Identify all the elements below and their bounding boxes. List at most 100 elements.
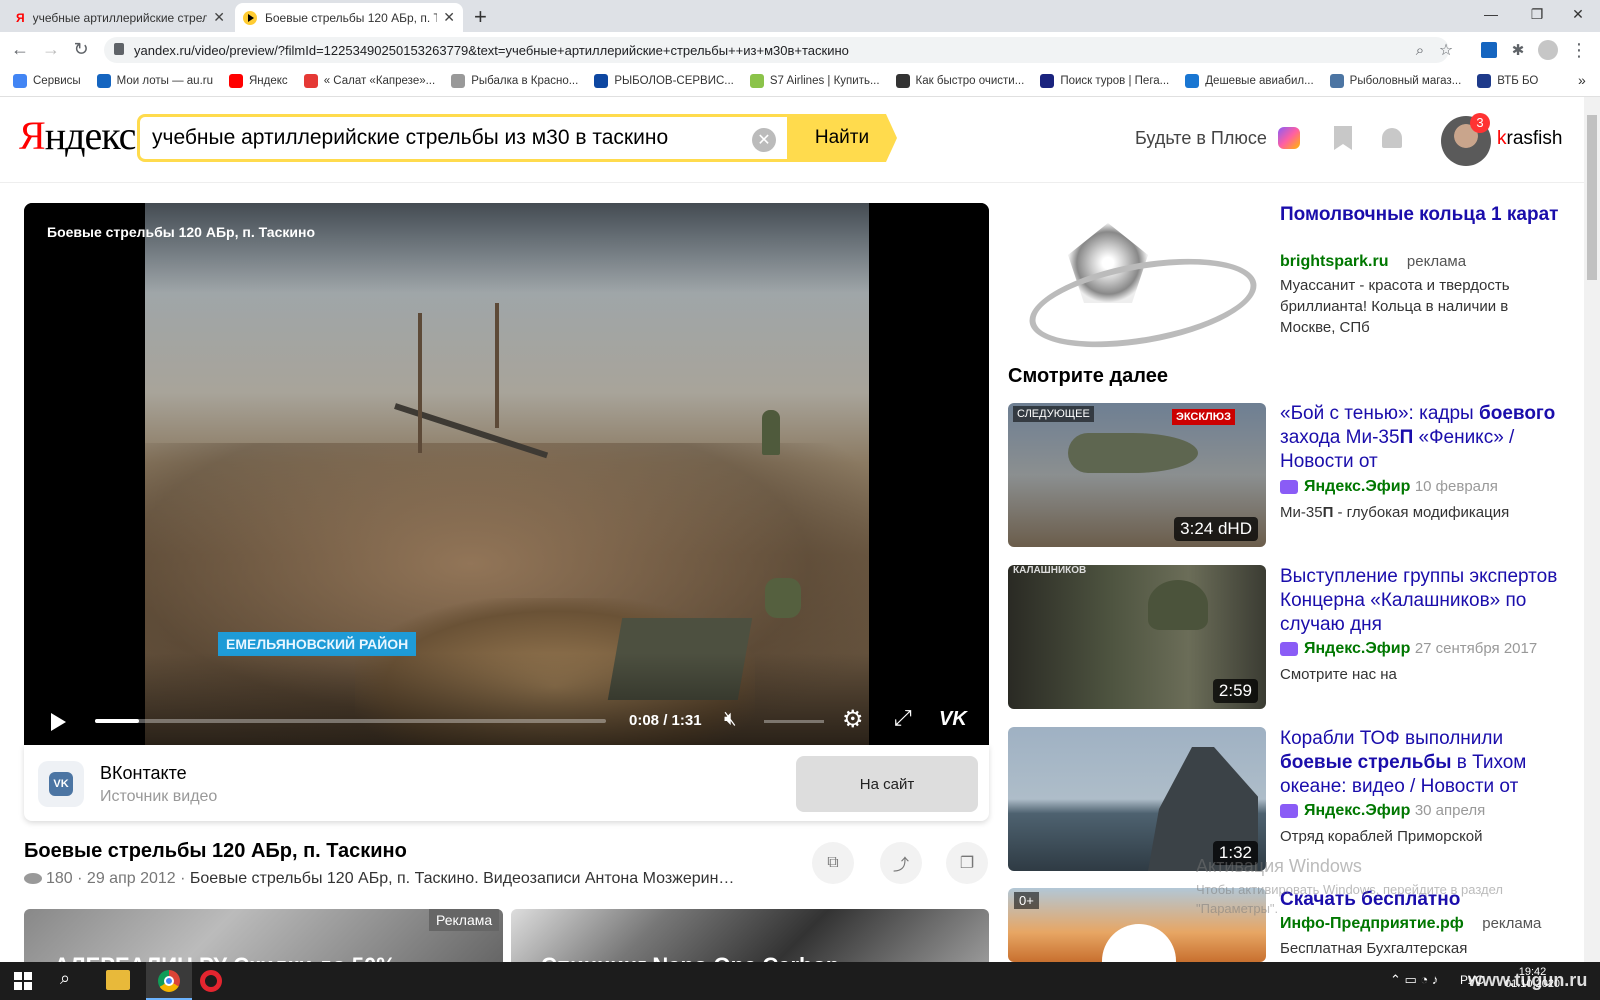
copy-icon[interactable]: ❐: [946, 842, 988, 884]
bookmark-label: Мои лоты — au.ru: [116, 75, 213, 87]
video-title[interactable]: Корабли ТОФ выполнили боевые стрельбы в …: [1280, 727, 1570, 799]
menu-icon[interactable]: ⋮: [1568, 39, 1590, 61]
bookmark-item[interactable]: Дешевые авиабил...: [1185, 74, 1314, 88]
opera-icon[interactable]: [200, 970, 222, 992]
bookmark-label: Яндекс: [249, 75, 288, 87]
bookmark-item[interactable]: Рыбалка в Красно...: [451, 74, 578, 88]
fullscreen-icon[interactable]: ⤢: [894, 705, 912, 731]
bookmark-item[interactable]: Сервисы: [13, 74, 81, 88]
star-icon[interactable]: ☆: [1435, 39, 1457, 61]
puzzle-icon[interactable]: ✱: [1507, 39, 1529, 61]
bookmark-item[interactable]: РЫБОЛОВ-СЕРВИС...: [594, 74, 734, 88]
bookmark-item[interactable]: Рыболовный магаз...: [1329, 74, 1462, 88]
ad-image[interactable]: [1008, 203, 1266, 363]
yandex-logo[interactable]: Яндекс: [19, 112, 136, 159]
address-bar[interactable]: yandex.ru/video/preview/?filmId=12253490…: [104, 37, 1449, 63]
back-icon[interactable]: ←: [9, 38, 31, 60]
ad-title[interactable]: Помолвочные кольца 1 карат: [1280, 203, 1570, 227]
title-highlight: боевого: [1478, 403, 1556, 424]
plus-icon: [1278, 127, 1300, 149]
next-badge: СЛЕДУЮЩЕЕ: [1013, 406, 1094, 422]
video-thumbnail[interactable]: 1:32: [1008, 727, 1266, 871]
clear-search-icon[interactable]: ✕: [752, 128, 776, 152]
video-player[interactable]: ЕМЕЛЬЯНОВСКИЙ РАЙОН 0:08 / 1:31 🔇︎ ⚙ ⤢ V…: [24, 203, 989, 745]
ad-card[interactable]: Реклама АЛЕРЕАЛИН.РУ Скидки до 50% ›: [24, 909, 503, 962]
bookmark-label: Сервисы: [33, 75, 81, 87]
bookmarks-bar: Сервисы Мои лоты — au.ru Яндекс « Салат «Ка…: [0, 66, 1600, 97]
minimize-button[interactable]: —: [1468, 0, 1514, 28]
bookmark-item[interactable]: Поиск туров | Пега...: [1040, 74, 1169, 88]
ad-domain[interactable]: brightspark.ru: [1280, 253, 1388, 270]
ad-card[interactable]: Спиннинг Nano One Carbon ›: [511, 909, 989, 962]
to-site-button[interactable]: На сайт: [796, 756, 978, 812]
tab-video[interactable]: Боевые стрельбы 120 АБр, п. Та ✕: [235, 3, 463, 32]
taskbar: [0, 962, 1600, 1000]
duration: 2:59: [1212, 679, 1258, 703]
profile-icon[interactable]: [1538, 40, 1558, 60]
ad-desc: Муассанит - красота и твердость бриллиан…: [1280, 277, 1510, 336]
bookmark-label: « Салат «Капрезе»...: [323, 75, 436, 87]
bookmark-item[interactable]: S7 Airlines | Купить...: [749, 74, 880, 88]
new-tab-button[interactable]: +: [474, 4, 487, 30]
tab-title: Боевые стрельбы 120 АБр, п. Та: [265, 10, 438, 25]
ring-band: [1022, 243, 1264, 363]
desc-part: Ми-35: [1280, 504, 1323, 521]
tab-search[interactable]: Я учебные артиллерийские стрел ✕: [8, 3, 233, 32]
source[interactable]: Яндекс.Эфир: [1304, 802, 1410, 819]
share-icon[interactable]: ⤴: [880, 842, 922, 884]
mute-icon[interactable]: 🔇︎: [724, 708, 737, 731]
extension-icon[interactable]: [1481, 42, 1497, 58]
bookmark-item[interactable]: Яндекс: [229, 74, 288, 88]
bookmark-item[interactable]: ВТБ БО: [1477, 74, 1538, 88]
yandex-favicon-icon: Я: [16, 10, 25, 25]
scroll-thumb[interactable]: [1587, 115, 1597, 280]
plus-promo-link[interactable]: Будьте в Плюсе: [1135, 128, 1267, 149]
username[interactable]: krasfish: [1497, 128, 1562, 150]
explorer-icon[interactable]: [106, 970, 130, 990]
video-thumbnail[interactable]: КАЛАШНИКОВ 2:59: [1008, 565, 1266, 709]
close-window-button[interactable]: ✕: [1556, 0, 1600, 28]
search-icon[interactable]: ⌕: [60, 968, 70, 989]
video-title[interactable]: «Бой с тенью»: кадры боевого захода Ми-3…: [1280, 402, 1570, 474]
duration: 3:24 dHD: [1174, 517, 1258, 541]
bookmarks-more[interactable]: »: [1578, 72, 1586, 88]
site-watermark: www.tugun.ru: [1468, 970, 1588, 990]
close-tab-icon[interactable]: ✕: [443, 9, 455, 26]
search-input[interactable]: учебные артиллерийские стрельбы из м30 в…: [137, 114, 787, 162]
close-tab-icon[interactable]: ✕: [213, 9, 225, 26]
chrome-taskbar-item[interactable]: [146, 962, 192, 1000]
video-title[interactable]: Выступление группы экспертов Концерна «К…: [1280, 565, 1570, 637]
forward-icon[interactable]: →: [40, 38, 62, 60]
source[interactable]: Яндекс.Эфир: [1304, 478, 1410, 495]
lock-icon: [114, 43, 124, 55]
chrome-icon: [158, 970, 180, 992]
volume-slider[interactable]: [764, 720, 824, 723]
page-scrollbar[interactable]: [1584, 97, 1600, 962]
source[interactable]: Яндекс.Эфир: [1304, 640, 1410, 657]
title-part: «Бой с тенью»: кадры: [1280, 403, 1479, 424]
soldier-helmet: [1148, 580, 1208, 630]
vk-logo-icon[interactable]: VK: [939, 708, 967, 731]
progress-bar[interactable]: [95, 719, 606, 723]
settings-icon[interactable]: ⚙: [842, 705, 864, 734]
bookmark-label: Рыболовный магаз...: [1349, 75, 1462, 87]
play-icon[interactable]: [51, 713, 66, 731]
title-highlight: П: [1399, 427, 1414, 448]
date: 10 февраля: [1414, 478, 1498, 495]
add-to-collection-icon[interactable]: ⧉: [812, 842, 854, 884]
reload-icon[interactable]: ↻: [70, 38, 92, 60]
maximize-button[interactable]: ❐: [1514, 0, 1560, 28]
tray-icons[interactable]: ⌃ ▭ ◔ ♪: [1390, 972, 1438, 988]
bookmark-item[interactable]: Мои лоты — au.ru: [96, 74, 213, 88]
bell-icon[interactable]: [1382, 128, 1402, 148]
windows-start-icon[interactable]: [14, 972, 32, 990]
bookmark-item[interactable]: Как быстро очисти...: [895, 74, 1024, 88]
bookmark-favicon-icon: [96, 74, 111, 88]
zoom-icon[interactable]: ⌕: [1409, 39, 1431, 61]
video-meta: Яндекс.Эфир 10 февраля: [1280, 478, 1498, 496]
video-meta: Яндекс.Эфир 30 апреля: [1280, 802, 1485, 820]
channel-badge: КАЛАШНИКОВ: [1013, 565, 1087, 576]
search-button[interactable]: Найти: [787, 114, 897, 162]
video-thumbnail[interactable]: СЛЕДУЮЩЕЕ ЭКСКЛЮЗ 3:24 dHD: [1008, 403, 1266, 547]
bookmark-item[interactable]: « Салат «Капрезе»...: [303, 74, 436, 88]
